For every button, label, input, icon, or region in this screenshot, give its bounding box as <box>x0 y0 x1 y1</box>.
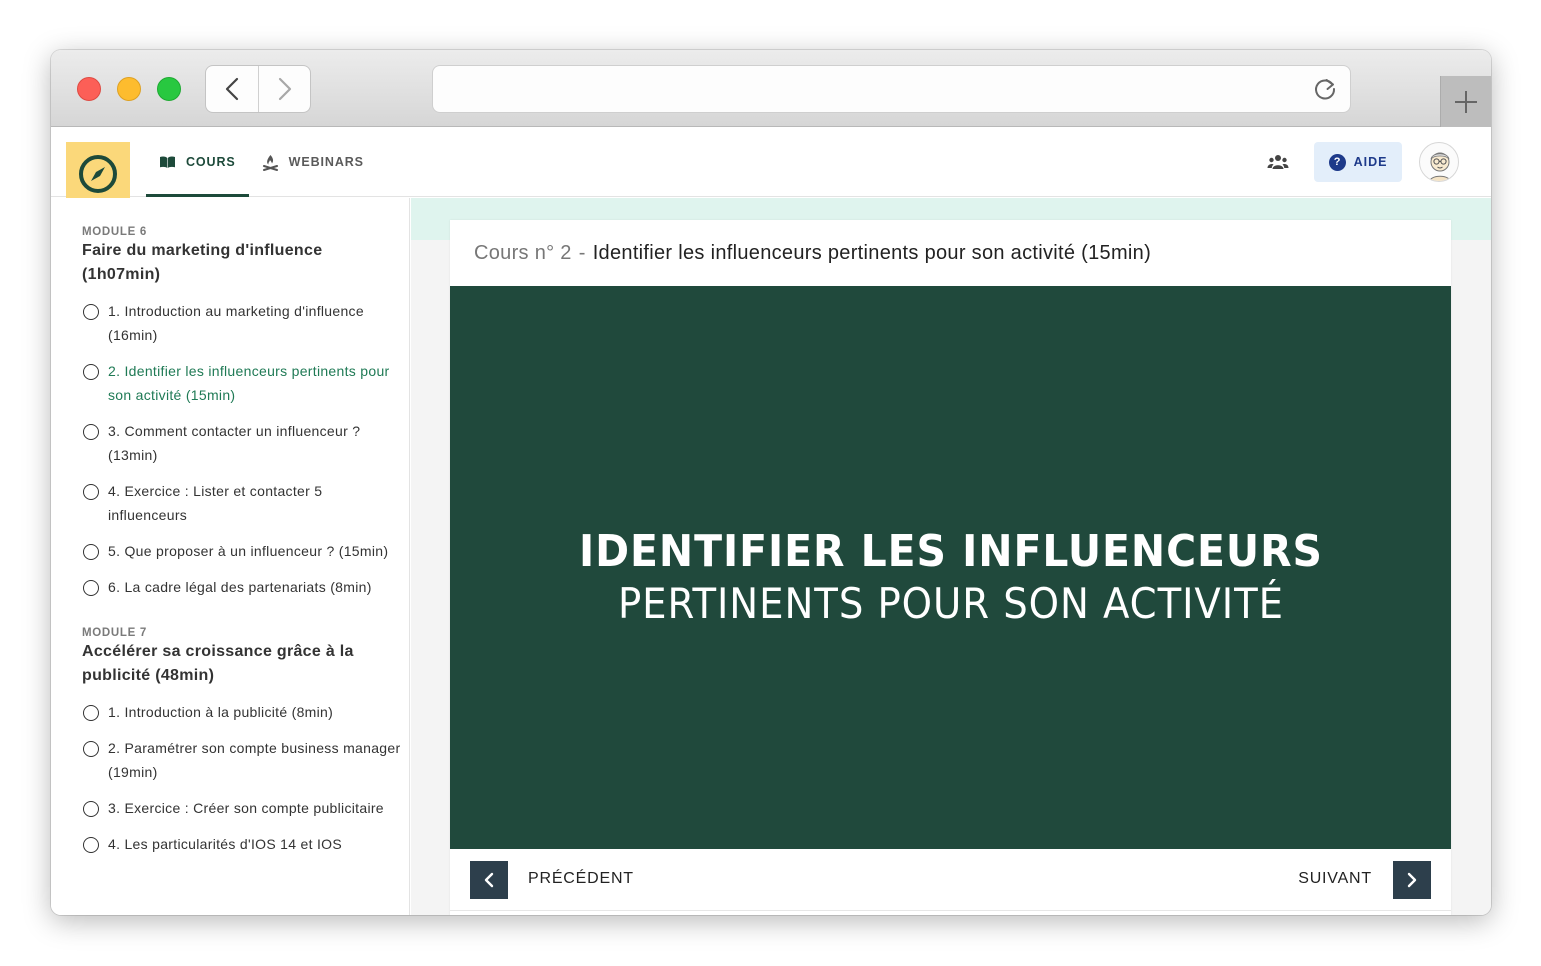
module-7: MODULE 7 Accélérer sa croissance grâce à… <box>51 627 409 856</box>
address-bar[interactable] <box>433 66 1350 112</box>
lesson-area: Cours n° 2 - Identifier les influenceurs… <box>411 198 1491 915</box>
compass-icon <box>79 155 117 193</box>
lesson-status-circle[interactable] <box>83 580 99 596</box>
campfire-icon <box>262 154 278 171</box>
team-icon[interactable] <box>1267 151 1289 173</box>
lesson-item[interactable]: 4. Les particularités d'IOS 14 et IOS <box>82 832 402 856</box>
minimize-window-button[interactable] <box>117 77 141 101</box>
tab-webinars[interactable]: WEBINARS <box>249 127 377 197</box>
tab-webinars-label: WEBINARS <box>288 155 364 169</box>
lesson-item[interactable]: 1. Introduction au marketing d'influence… <box>82 299 402 347</box>
chevron-left-icon <box>484 872 494 888</box>
zoom-window-button[interactable] <box>157 77 181 101</box>
close-window-button[interactable] <box>77 77 101 101</box>
tab-cours[interactable]: COURS <box>146 127 249 197</box>
browser-window: COURS WEBINARS ? AIDE MODULE 6 Faire du … <box>51 50 1491 915</box>
lesson-item[interactable]: 6. La cadre légal des partenariats (8min… <box>82 575 402 599</box>
app-header: COURS WEBINARS ? AIDE <box>51 127 1491 206</box>
video-title-line-1: IDENTIFIER LES INFLUENCEURS <box>578 525 1323 577</box>
back-button[interactable] <box>206 66 258 112</box>
lesson-status-circle[interactable] <box>83 544 99 560</box>
next-label[interactable]: SUIVANT <box>1298 870 1372 888</box>
help-icon: ? <box>1328 153 1346 171</box>
help-button[interactable]: ? AIDE <box>1314 142 1402 182</box>
course-title: Identifier les influenceurs pertinents p… <box>592 241 1152 264</box>
main-nav: COURS WEBINARS <box>146 127 377 197</box>
lesson-item[interactable]: 4. Exercice : Lister et contacter 5 infl… <box>82 479 402 527</box>
lesson-pager: PRÉCÉDENT SUIVANT <box>450 849 1451 911</box>
module-label: MODULE 6 <box>82 226 148 238</box>
chevron-right-icon <box>278 77 291 101</box>
module-title: Faire du marketing d'influence (1h07min) <box>82 242 323 283</box>
module-6: MODULE 6 Faire du marketing d'influence … <box>51 226 409 599</box>
lesson-status-circle[interactable] <box>83 705 99 721</box>
lesson-status-circle[interactable] <box>83 484 99 500</box>
reload-icon[interactable] <box>1312 76 1338 102</box>
lesson-status-circle[interactable] <box>83 801 99 817</box>
chevron-left-icon <box>225 77 239 101</box>
browser-toolbar <box>51 50 1491 127</box>
chevron-right-icon <box>1407 872 1417 888</box>
previous-button[interactable] <box>470 861 508 899</box>
lesson-card: Cours n° 2 - Identifier les influenceurs… <box>450 220 1451 915</box>
lesson-item[interactable]: 2. Paramétrer son compte business manage… <box>82 736 402 784</box>
lesson-status-circle[interactable] <box>83 364 99 380</box>
video-title-line-2: PERTINENTS POUR SON ACTIVITÉ <box>617 578 1284 628</box>
course-heading: Cours n° 2 - Identifier les influenceurs… <box>450 220 1451 286</box>
lesson-status-circle[interactable] <box>83 837 99 853</box>
lesson-status-circle[interactable] <box>83 741 99 757</box>
video-player[interactable]: IDENTIFIER LES INFLUENCEURS PERTINENTS P… <box>450 286 1451 849</box>
new-tab-button[interactable] <box>1440 76 1491 127</box>
book-icon <box>160 155 175 168</box>
lesson-item[interactable]: 5. Que proposer à un influenceur ? (15mi… <box>82 539 402 563</box>
history-nav <box>206 66 310 112</box>
avatar-icon <box>1429 152 1451 181</box>
lesson-item[interactable]: 3. Exercice : Créer son compte publicita… <box>82 796 402 820</box>
lesson-status-circle[interactable] <box>83 424 99 440</box>
logo[interactable] <box>66 142 130 206</box>
course-number: Cours n° 2 <box>474 241 572 264</box>
next-button[interactable] <box>1393 861 1431 899</box>
module-label: MODULE 7 <box>82 627 148 639</box>
lesson-item-active[interactable]: 2. Identifier les influenceurs pertinent… <box>82 359 402 407</box>
tab-cours-label: COURS <box>186 155 236 169</box>
course-sidebar: MODULE 6 Faire du marketing d'influence … <box>51 198 410 915</box>
avatar[interactable] <box>1419 142 1459 182</box>
previous-label[interactable]: PRÉCÉDENT <box>528 870 634 888</box>
lesson-item[interactable]: 1. Introduction à la publicité (8min) <box>82 700 402 724</box>
lesson-item[interactable]: 3. Comment contacter un influenceur ? (1… <box>82 419 402 467</box>
help-label: AIDE <box>1353 155 1388 169</box>
lesson-status-circle[interactable] <box>83 304 99 320</box>
module-title: Accélérer sa croissance grâce à la publi… <box>82 643 354 684</box>
forward-button[interactable] <box>258 66 310 112</box>
course-separator: - <box>578 241 586 264</box>
plus-icon <box>1455 90 1477 113</box>
